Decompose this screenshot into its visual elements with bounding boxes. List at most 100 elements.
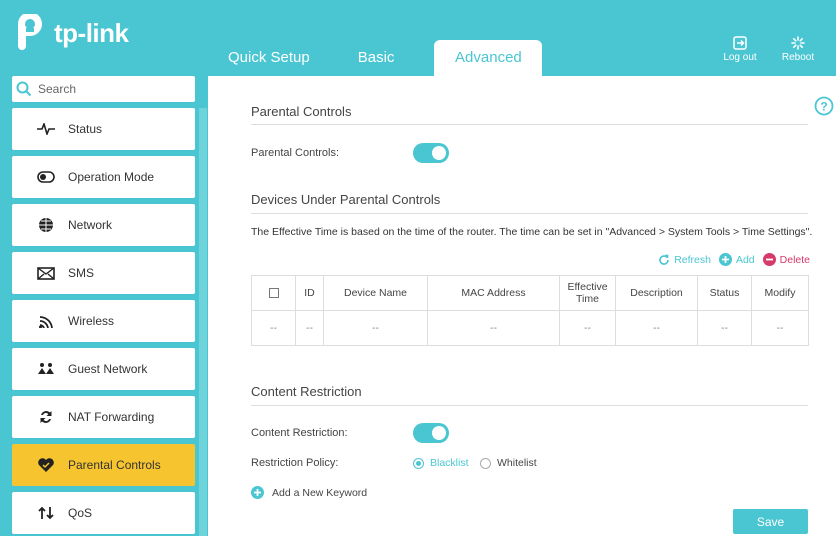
search-placeholder: Search [38,82,77,96]
table-cell: -- [270,322,277,334]
pulse-icon [36,121,56,137]
logout-label: Log out [723,52,757,63]
qos-arrows-icon [36,505,56,521]
radio-dot [413,457,424,469]
radio-dot [480,457,491,469]
add-button[interactable]: Add [718,253,755,266]
select-all-checkbox[interactable] [268,288,279,299]
whitelist-radio[interactable]: Whitelist [480,457,537,469]
sidebar-nav: Status Operation Mode Network SMS Wirele… [12,108,195,536]
divider [251,405,808,406]
sidebar-item-sms[interactable]: SMS [12,252,195,294]
sidebar-item-label: NAT Forwarding [68,410,155,424]
add-icon [718,253,732,266]
add-icon [251,486,264,499]
delete-label: Delete [779,253,810,266]
sidebar-item-label: Operation Mode [68,170,155,184]
save-button[interactable]: Save [733,509,808,534]
guest-icon [36,361,56,377]
search-input[interactable]: Search [12,76,195,102]
wifi-icon [36,313,56,329]
help-icon[interactable]: ? [814,96,834,116]
brand-name: tp-link [54,17,129,48]
parental-controls-title: Parental Controls [251,104,352,119]
col-modify: Modify [751,275,809,311]
devices-title: Devices Under Parental Controls [251,192,441,207]
blacklist-radio[interactable]: Blacklist [413,457,469,469]
refresh-button[interactable]: Refresh [658,254,711,266]
effective-time-note: The Effective Time is based on the time … [251,226,813,238]
top-header: tp-link Quick Setup Basic Advanced Log o… [0,0,836,76]
select-all-cell [251,275,296,311]
divider [251,213,808,214]
tp-link-logo-icon [18,14,42,50]
add-label: Add [735,253,755,266]
table-cell: -- [295,310,324,346]
table-cell: -- [751,310,809,346]
logout-icon [733,36,747,50]
sidebar-item-nat-forwarding[interactable]: NAT Forwarding [12,396,195,438]
main-tabs: Quick Setup Basic Advanced [208,40,543,76]
col-device-name: Device Name [323,275,428,311]
delete-button[interactable]: Delete [762,253,810,266]
toggle-icon [36,169,56,185]
sidebar-item-status[interactable]: Status [12,108,195,150]
sidebar-scrollbar[interactable] [199,108,207,536]
sidebar-item-parental-controls[interactable]: Parental Controls [12,444,195,486]
col-effective-time: Effective Time [559,275,616,311]
table-row: -- -- -- -- -- -- -- -- [252,310,809,346]
main-content: ? Parental Controls Parental Controls: D… [208,76,836,536]
col-id: ID [295,275,324,311]
sidebar-item-label: Status [68,122,103,136]
tab-basic[interactable]: Basic [330,40,423,76]
divider [251,124,808,125]
search-icon [16,81,32,97]
sidebar-item-qos[interactable]: QoS [12,492,195,534]
table-cell: -- [697,310,752,346]
refresh-icon [659,254,669,265]
content-restriction-label: Content Restriction: [251,427,348,439]
globe-icon [36,217,56,233]
table-cell: -- [559,310,616,346]
nat-icon [36,409,56,425]
content-restriction-toggle[interactable] [413,423,449,443]
sidebar-item-network[interactable]: Network [12,204,195,246]
table-cell: -- [615,310,698,346]
table-cell: -- [427,310,560,346]
restriction-policy-label: Restriction Policy: [251,457,339,469]
tab-advanced[interactable]: Advanced [434,40,543,76]
logout-button[interactable]: Log out [719,36,761,63]
reboot-button[interactable]: Reboot [777,36,819,63]
delete-icon [762,253,776,266]
table-header-row: ID Device Name MAC Address Effective Tim… [251,275,809,311]
devices-table: ID Device Name MAC Address Effective Tim… [251,275,809,346]
tab-quick-setup[interactable]: Quick Setup [208,40,330,76]
sidebar-item-label: SMS [68,266,95,280]
add-keyword-label: Add a New Keyword [272,486,368,499]
refresh-label: Refresh [674,253,711,266]
sidebar-item-label: QoS [68,506,93,520]
table-cell: -- [323,310,428,346]
col-description: Description [615,275,698,311]
parental-controls-label: Parental Controls: [251,147,340,159]
sidebar-item-label: Network [68,218,113,232]
heart-icon [36,457,56,473]
envelope-icon [36,265,56,281]
sidebar-item-wireless[interactable]: Wireless [12,300,195,342]
blacklist-label: Blacklist [430,457,469,469]
sidebar-item-guest-network[interactable]: Guest Network [12,348,195,390]
reboot-icon [791,36,805,50]
tp-link-logo: tp-link [12,14,129,52]
add-keyword-button[interactable]: Add a New Keyword [251,486,367,499]
reboot-label: Reboot [781,52,815,63]
sidebar-item-label: Wireless [68,314,115,328]
parental-controls-toggle[interactable] [413,143,449,163]
sidebar-item-label: Parental Controls [68,458,161,472]
sidebar-item-label: Guest Network [68,362,148,376]
col-status: Status [697,275,752,311]
sidebar-item-operation-mode[interactable]: Operation Mode [12,156,195,198]
table-actions: Refresh Add Delete [650,253,810,266]
svg-text:?: ? [820,100,827,114]
sidebar: Search Status Operation Mode Network SMS… [0,76,208,536]
content-restriction-title: Content Restriction [251,384,362,399]
